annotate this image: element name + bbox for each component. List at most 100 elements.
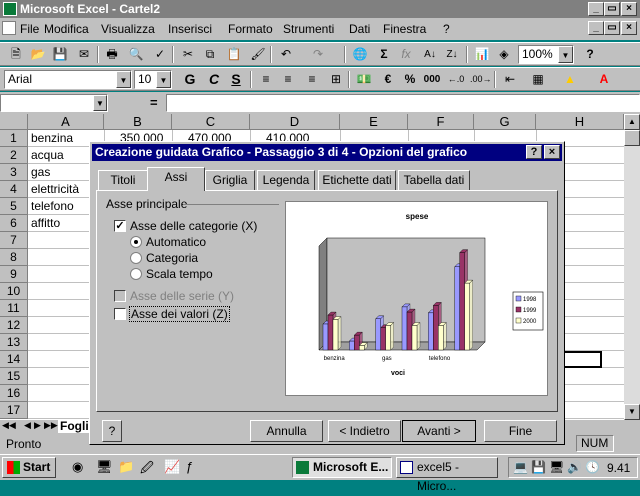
sheet-nav-next-icon[interactable]: ▶ — [34, 420, 41, 431]
document-icon[interactable] — [2, 21, 16, 35]
percent-style-button[interactable]: % — [400, 70, 420, 89]
scroll-down-icon[interactable]: ▼ — [624, 404, 640, 420]
select-all-corner[interactable] — [0, 114, 28, 130]
spelling-icon[interactable]: ✓ — [150, 45, 170, 64]
tab-titoli[interactable]: Titoli — [98, 170, 148, 190]
vertical-scrollbar[interactable]: ▲ ▼ — [624, 114, 640, 420]
chevron-down-icon[interactable]: ▼ — [156, 71, 171, 88]
size-combo[interactable]: 10 ▼ — [134, 70, 172, 89]
print-preview-icon[interactable]: 🔍 — [126, 45, 146, 64]
doc-restore-button[interactable]: ▭ — [604, 21, 620, 35]
start-button[interactable]: Start — [2, 457, 56, 478]
clock[interactable]: 9.41 — [607, 461, 630, 475]
hyperlink-icon[interactable]: 🌐 — [350, 45, 370, 64]
category-axis-label[interactable]: Asse delle categorie (X) — [130, 219, 257, 233]
italic-button[interactable]: C — [204, 70, 224, 89]
value-axis-label[interactable]: Asse dei valori (Z) — [129, 306, 230, 322]
sheet-nav-first-icon[interactable]: ◀◀ — [2, 420, 16, 431]
align-center-icon[interactable]: ≡ — [278, 70, 298, 89]
doc-minimize-button[interactable]: _ — [588, 21, 604, 35]
assistant-help-button[interactable]: ? — [102, 420, 122, 442]
volume-icon[interactable]: 🔊 — [567, 460, 582, 474]
row-header[interactable]: 6 — [0, 215, 28, 232]
drawing-icon[interactable]: ◈ — [494, 45, 514, 64]
column-header[interactable]: E — [340, 114, 408, 130]
row-header[interactable]: 13 — [0, 334, 28, 351]
column-header[interactable]: A — [28, 114, 104, 130]
tab-griglia[interactable]: Griglia — [205, 170, 255, 190]
column-header[interactable]: D — [250, 114, 340, 130]
task-word[interactable]: excel5 - Micro... — [396, 457, 498, 493]
radio-categoria-label[interactable]: Categoria — [146, 251, 198, 265]
sort-ascending-icon[interactable]: A↓ — [420, 45, 440, 64]
function-icon[interactable]: fx — [396, 45, 416, 64]
cell-a[interactable]: gas — [29, 164, 50, 181]
sheet-nav-last-icon[interactable]: ▶▶ — [44, 420, 58, 431]
column-header[interactable]: G — [474, 114, 536, 130]
row-header[interactable]: 11 — [0, 300, 28, 317]
font-combo[interactable]: Arial ▼ — [4, 70, 132, 89]
print-icon[interactable]: 🖶 — [102, 45, 122, 64]
scroll-up-icon[interactable]: ▲ — [624, 114, 640, 130]
value-axis-checkbox[interactable] — [114, 308, 126, 320]
menu-dati[interactable]: Dati — [349, 22, 370, 36]
chevron-down-icon[interactable]: ▼ — [558, 46, 573, 63]
font-color-icon[interactable]: A — [594, 70, 614, 89]
menu-strumenti[interactable]: Strumenti — [283, 22, 334, 36]
finish-button[interactable]: Fine — [484, 420, 557, 442]
row-header[interactable]: 7 — [0, 232, 28, 249]
column-header[interactable]: C — [172, 114, 250, 130]
cancel-button[interactable]: Annulla — [250, 420, 323, 442]
decrease-indent-icon[interactable]: ⇤ — [500, 70, 520, 89]
series-axis-checkbox[interactable] — [114, 290, 126, 302]
tab-legenda[interactable]: Legenda — [257, 170, 315, 190]
row-header[interactable]: 14 — [0, 351, 28, 368]
radio-automatico[interactable] — [130, 236, 142, 248]
paste-icon[interactable]: 📋 — [224, 45, 244, 64]
copy-icon[interactable]: ⧉ — [200, 45, 220, 64]
comma-style-button[interactable]: 000 — [422, 70, 442, 89]
task-excel[interactable]: Microsoft E... — [292, 457, 392, 478]
sheet-nav-prev-icon[interactable]: ◀ — [24, 420, 31, 431]
cell-a[interactable]: affitto — [29, 215, 60, 232]
cut-icon[interactable]: ✂ — [178, 45, 198, 64]
radio-automatico-label[interactable]: Automatico — [146, 235, 206, 249]
row-header[interactable]: 1 — [0, 130, 28, 147]
cell-a[interactable]: elettricità — [29, 181, 79, 198]
menu-visualizza[interactable]: Visualizza — [101, 22, 155, 36]
office-assistant-icon[interactable]: ? — [580, 45, 600, 64]
back-button[interactable]: < Indietro — [328, 420, 401, 442]
row-header[interactable]: 3 — [0, 164, 28, 181]
send-icon[interactable]: ✉ — [74, 45, 94, 64]
chevron-down-icon[interactable]: ▼ — [93, 95, 107, 111]
bold-button[interactable]: G — [180, 70, 200, 89]
row-header[interactable]: 17 — [0, 402, 28, 419]
increase-decimal-icon[interactable]: ←.0 — [446, 70, 466, 89]
menu-help[interactable]: ? — [443, 22, 450, 36]
explorer-icon[interactable]: 📁 — [118, 459, 134, 475]
radio-scala-tempo-label[interactable]: Scala tempo — [146, 267, 213, 281]
fill-color-icon[interactable]: ▲ — [560, 70, 580, 89]
borders-icon[interactable]: ▦ — [528, 70, 548, 89]
dialog-help-button[interactable]: ? — [526, 145, 542, 159]
align-left-icon[interactable]: ≡ — [256, 70, 276, 89]
redo-icon[interactable]: ↷ — [308, 45, 328, 64]
cell-a[interactable]: benzina — [29, 130, 73, 147]
decrease-decimal-icon[interactable]: .00→ — [470, 70, 492, 89]
menu-inserisci[interactable]: Inserisci — [168, 22, 212, 36]
new-icon[interactable]: 🗎 — [6, 45, 26, 64]
euro-icon[interactable]: € — [378, 70, 398, 89]
menu-finestra[interactable]: Finestra — [383, 22, 426, 36]
row-header[interactable]: 5 — [0, 198, 28, 215]
format-painter-icon[interactable]: 🖌 — [248, 45, 268, 64]
row-header[interactable]: 8 — [0, 249, 28, 266]
merge-center-icon[interactable]: ⊞ — [326, 70, 346, 89]
autosum-icon[interactable]: Σ — [374, 45, 394, 64]
excel-app-icon[interactable] — [3, 2, 17, 16]
sort-descending-icon[interactable]: Z↓ — [442, 45, 462, 64]
tray-icon[interactable]: 💻 — [513, 460, 528, 474]
radio-scala-tempo[interactable] — [130, 268, 142, 280]
column-header[interactable]: F — [408, 114, 474, 130]
underline-button[interactable]: S — [226, 70, 246, 89]
row-header[interactable]: 10 — [0, 283, 28, 300]
